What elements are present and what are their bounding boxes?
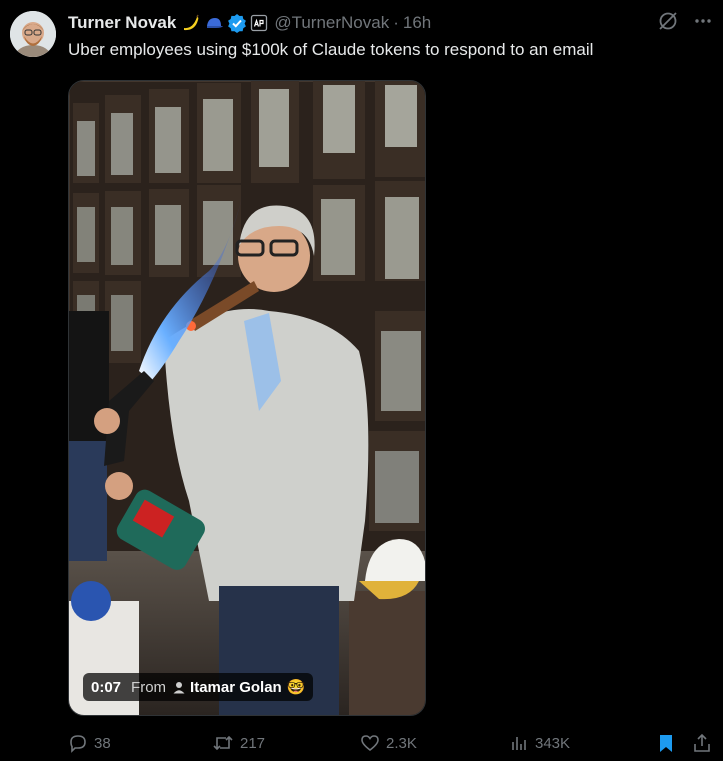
reply-button[interactable]: 38 [68, 733, 111, 753]
tweet-actions: 38 217 2.3K 343K [68, 733, 713, 755]
author-badges [181, 13, 268, 33]
banana-emoji-icon [184, 14, 199, 31]
from-user-avatar-icon [173, 682, 185, 694]
separator-dot: · [393, 13, 399, 32]
affiliate-badge-icon [251, 14, 268, 32]
reply-icon [70, 735, 86, 753]
more-options-icon[interactable] [693, 11, 713, 31]
views-button[interactable]: 343K [509, 733, 570, 753]
repost-icon [213, 735, 233, 751]
tweet-video[interactable]: 0:07 From Itamar Golan 🤓 [68, 80, 426, 716]
grok-icon[interactable] [657, 10, 679, 32]
video-info-overlay: 0:07 From Itamar Golan 🤓 [83, 673, 314, 701]
tweet-header: Turner Novak @TurnerNovak · 16h [68, 11, 431, 35]
share-icon [694, 733, 710, 752]
heart-icon [361, 735, 379, 752]
author-handle[interactable]: @TurnerNovak [274, 13, 389, 33]
video-timestamp: 0:07 [91, 678, 122, 696]
video-from-label: From [131, 678, 167, 696]
video-frame [69, 81, 425, 715]
bookmark-icon [660, 735, 672, 752]
cap-emoji-icon [207, 18, 224, 28]
like-button[interactable]: 2.3K [360, 733, 417, 753]
view-count: 343K [535, 734, 571, 752]
repost-count: 217 [240, 734, 266, 752]
nerd-emoji-icon: 🤓 [286, 679, 306, 696]
bookmark-button[interactable] [656, 733, 682, 753]
author-avatar[interactable] [10, 11, 56, 57]
views-chart-icon [512, 737, 526, 750]
author-name[interactable]: Turner Novak [68, 13, 176, 33]
top-right-actions [657, 10, 713, 32]
reply-count: 38 [94, 734, 111, 752]
video-from-user[interactable]: Itamar Golan [190, 679, 282, 696]
like-count: 2.3K [386, 734, 417, 752]
tweet-timestamp[interactable]: 16h [403, 13, 431, 33]
verified-badge-icon [228, 14, 247, 33]
repost-button[interactable]: 217 [212, 733, 265, 753]
tweet-text: Uber employees using $100k of Claude tok… [68, 40, 594, 59]
share-button[interactable] [692, 733, 718, 753]
